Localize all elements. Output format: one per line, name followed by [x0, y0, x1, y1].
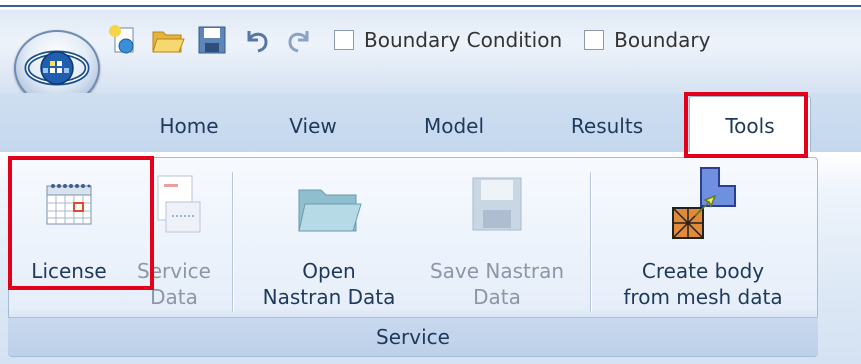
tab-home[interactable]: Home [140, 104, 238, 148]
save-nastran-data-button[interactable]: Save Nastran Data [414, 168, 580, 318]
tab-model[interactable]: Model [400, 104, 508, 148]
separator [232, 172, 233, 312]
checkbox-label: Boundary Condition [364, 28, 563, 52]
button-label-line1: Create body [641, 259, 765, 283]
button-label: Open Nastran Data [246, 258, 412, 310]
new-file-icon[interactable] [106, 22, 142, 58]
button-label-line2: from mesh data [623, 285, 783, 309]
create-body-icon [672, 167, 736, 239]
button-label-line1: Open [302, 259, 356, 283]
open-folder-icon[interactable] [150, 22, 186, 58]
tools-tab-highlight [684, 92, 808, 158]
save-icon[interactable] [194, 22, 230, 58]
button-label-line2: Data [473, 285, 521, 309]
create-body-from-mesh-button[interactable]: Create body from mesh data [600, 167, 806, 318]
redo-icon[interactable] [282, 22, 318, 58]
open-folder-icon [298, 189, 362, 232]
undo-icon[interactable] [238, 22, 274, 58]
tab-view[interactable]: View [268, 104, 358, 148]
button-label: Save Nastran Data [414, 258, 580, 310]
checkbox-box[interactable] [584, 30, 605, 50]
license-button-highlight [8, 156, 154, 290]
window-top-border [0, 5, 861, 7]
open-nastran-data-button[interactable]: Open Nastran Data [246, 168, 412, 318]
button-label-line1: Save Nastran [429, 259, 565, 283]
separator [590, 172, 591, 312]
checkbox-box[interactable] [334, 30, 354, 50]
tab-results[interactable]: Results [548, 104, 666, 148]
ribbon-group-label: Service [8, 317, 818, 356]
application-window: Boundary Condition Boundary Home View Mo… [0, 0, 861, 364]
button-label-line2: Nastran Data [262, 285, 396, 309]
button-label: Create body from mesh data [600, 258, 806, 310]
boundary-checkbox[interactable]: Boundary [584, 28, 710, 52]
save-icon [472, 177, 522, 231]
boundary-condition-checkbox[interactable]: Boundary Condition [334, 28, 562, 52]
checkbox-label: Boundary [614, 28, 711, 52]
quick-access-toolbar: Boundary Condition Boundary [106, 14, 861, 66]
